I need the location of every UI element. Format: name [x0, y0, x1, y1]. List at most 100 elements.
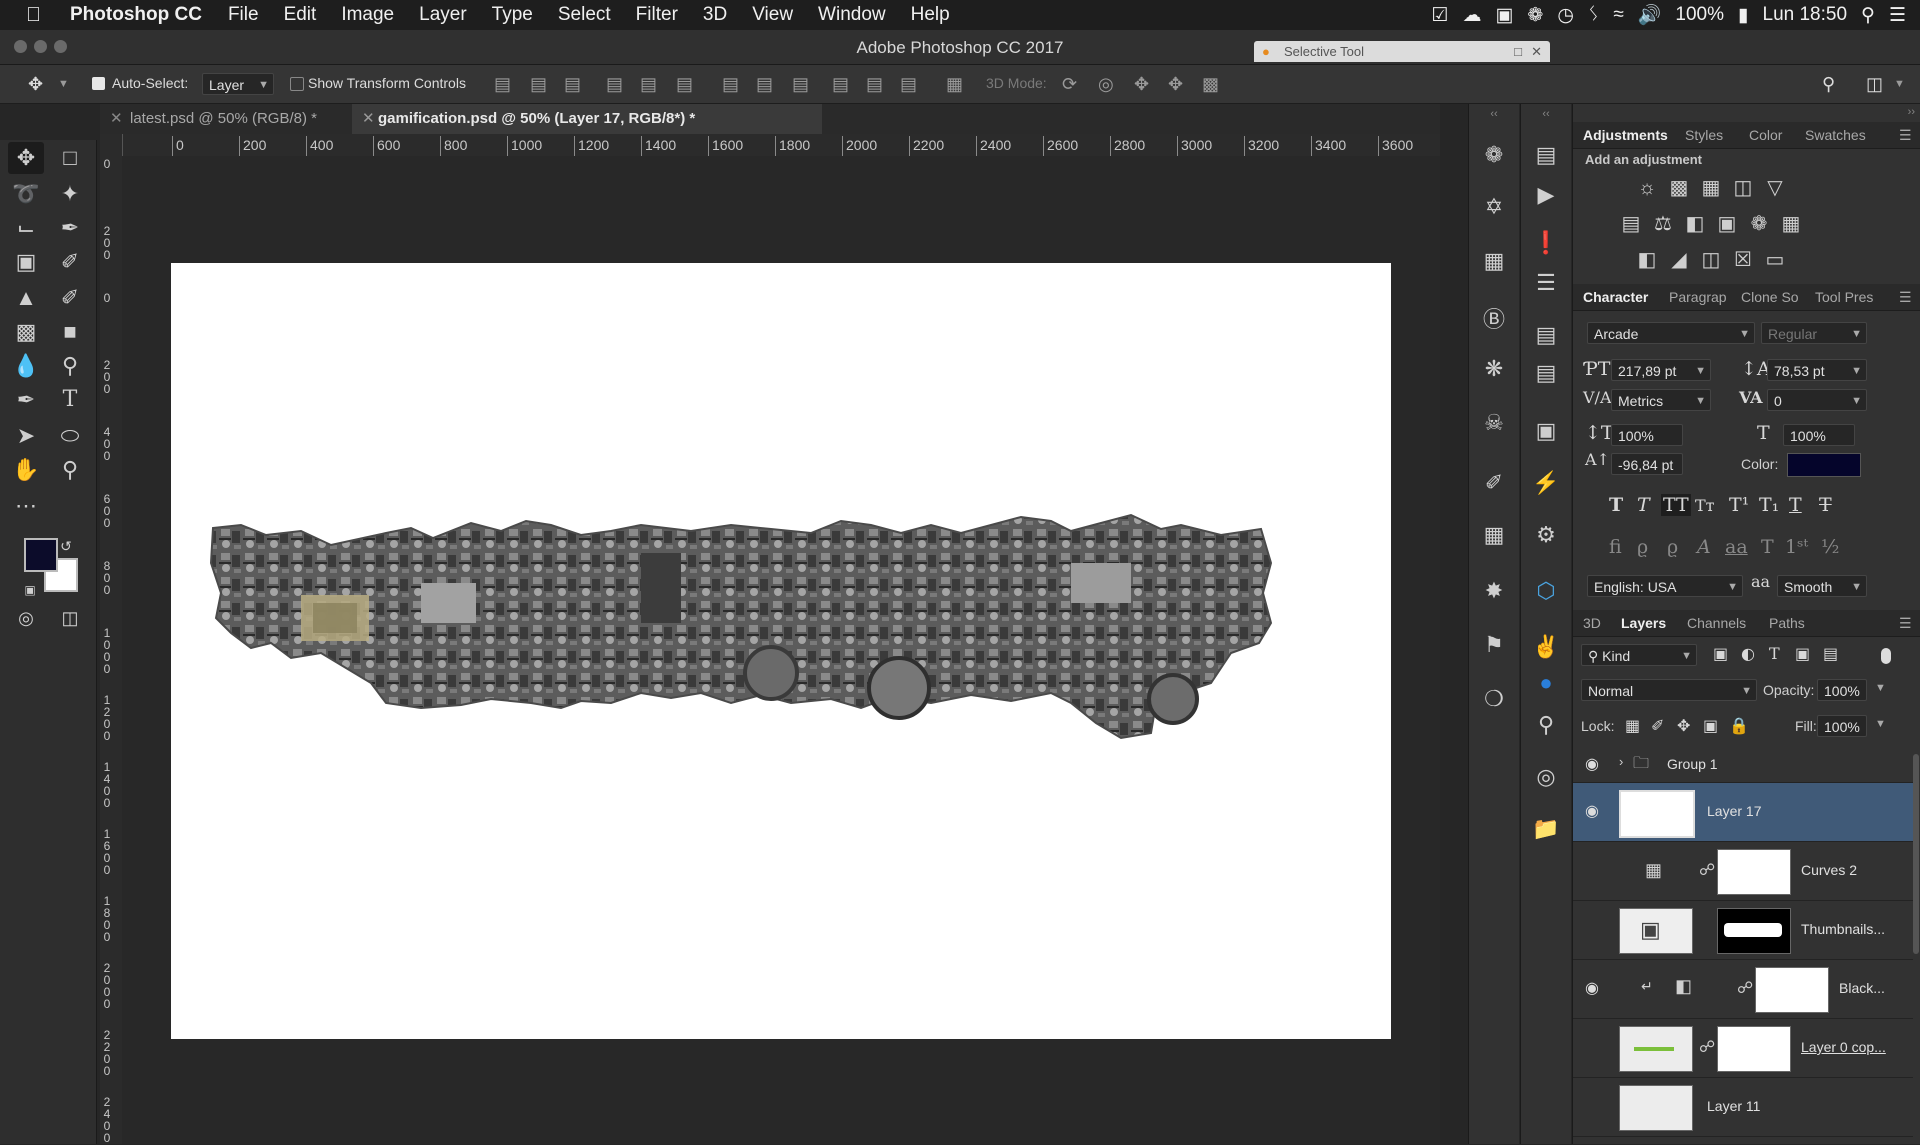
- filter-adjustment-icon[interactable]: ◐: [1741, 644, 1755, 663]
- menu-layer[interactable]: Layer: [419, 4, 467, 26]
- superscript-icon[interactable]: T¹: [1729, 494, 1749, 516]
- link-icon[interactable]: ☍: [1699, 1037, 1715, 1057]
- expand-group-icon[interactable]: ›: [1619, 754, 1623, 769]
- align-vcenter-icon[interactable]: ▤: [530, 74, 547, 95]
- notification-center-icon[interactable]: ☰: [1889, 4, 1906, 27]
- language-dropdown[interactable]: English: USA ▼: [1587, 575, 1743, 597]
- tab-swatches[interactable]: Swatches: [1805, 127, 1866, 143]
- vibrance-icon[interactable]: ▽: [1763, 176, 1787, 200]
- tool-presets-icon[interactable]: ❗: [1521, 230, 1571, 256]
- kerning-dropdown[interactable]: Metrics ▼: [1611, 389, 1711, 411]
- dodge-tool-icon[interactable]: ⚲: [52, 350, 88, 382]
- leading-field[interactable]: 78,53 pt ▼: [1767, 359, 1867, 381]
- distribute-left-icon[interactable]: ▤: [832, 74, 849, 95]
- info-panel-icon[interactable]: ▤: [1521, 322, 1571, 348]
- layer-row-thumbnails[interactable]: ▣ Thumbnails...: [1573, 901, 1913, 960]
- 3d-panel-icon[interactable]: ▣: [1521, 418, 1571, 444]
- swirl-plugin-icon[interactable]: ❋: [1469, 356, 1519, 382]
- menu-select[interactable]: Select: [558, 4, 611, 26]
- levels-icon[interactable]: ▩: [1667, 176, 1691, 200]
- zoom-tool-icon[interactable]: ⚲: [52, 454, 88, 486]
- checklist-icon[interactable]: ☑: [1431, 4, 1448, 27]
- distribute-hcenter-icon[interactable]: ▤: [866, 74, 883, 95]
- notes-icon[interactable]: ▤: [1521, 360, 1571, 386]
- threshold-icon[interactable]: ◫: [1699, 248, 1723, 272]
- layer-row-layer-11[interactable]: Layer 11: [1573, 1078, 1913, 1137]
- tab-layers[interactable]: Layers: [1621, 615, 1666, 631]
- clock[interactable]: Lun 18:50: [1763, 4, 1848, 26]
- chevron-down-icon[interactable]: ▼: [1875, 682, 1886, 694]
- panel-menu-icon[interactable]: ☰: [1899, 615, 1912, 632]
- marquee-tool-icon[interactable]: □: [52, 142, 88, 174]
- layer-row-curves-2[interactable]: ▦ ☍ Curves 2: [1573, 842, 1913, 901]
- tab-paragraph[interactable]: Paragrap: [1669, 289, 1727, 305]
- panel-menu-icon[interactable]: ☰: [1899, 127, 1912, 144]
- hand-tool-icon[interactable]: ✋: [8, 454, 44, 486]
- baseline-shift-field[interactable]: -96,84 pt: [1611, 453, 1683, 475]
- visibility-eye-icon[interactable]: ◉: [1585, 754, 1599, 774]
- menu-filter[interactable]: Filter: [636, 4, 678, 26]
- auto-align-icon[interactable]: ▦: [946, 74, 963, 95]
- opacity-field[interactable]: 100%: [1817, 679, 1867, 701]
- move-tool-icon[interactable]: ✥: [28, 74, 43, 95]
- align-right-icon[interactable]: ▤: [676, 74, 693, 95]
- auto-select-dropdown[interactable]: Layer ▼: [202, 73, 274, 95]
- lock-position-icon[interactable]: ✥: [1677, 716, 1690, 735]
- all-caps-icon[interactable]: TT: [1661, 494, 1691, 516]
- magic-wand-icon[interactable]: ✦: [52, 178, 88, 210]
- filter-pixel-icon[interactable]: ▣: [1713, 644, 1728, 663]
- app-menu[interactable]: Photoshop CC: [70, 4, 202, 26]
- 3d-roll-icon[interactable]: ◎: [1098, 74, 1114, 95]
- small-caps-icon[interactable]: Tᴛ: [1695, 496, 1715, 515]
- collapse-dock-icon[interactable]: ‹‹: [1521, 108, 1571, 120]
- curves-icon[interactable]: ▦: [1699, 176, 1723, 200]
- align-left-icon[interactable]: ▤: [606, 74, 623, 95]
- clone-stamp-icon[interactable]: ▲: [8, 282, 44, 314]
- screen-mode-icon[interactable]: ◫: [52, 602, 88, 634]
- folder-settings-icon[interactable]: 📁: [1521, 816, 1571, 842]
- grid-plugin-icon[interactable]: ▦: [1469, 248, 1519, 274]
- menu-type[interactable]: Type: [492, 4, 533, 26]
- visibility-eye-icon[interactable]: ◉: [1585, 801, 1599, 821]
- tab-tool-presets[interactable]: Tool Pres: [1815, 289, 1873, 305]
- actions-play-icon[interactable]: ▶: [1521, 182, 1571, 208]
- s-plugin-icon[interactable]: Ⓑ: [1469, 302, 1519, 334]
- document-canvas[interactable]: [171, 263, 1391, 1039]
- tracking-dropdown[interactable]: 0 ▼: [1767, 389, 1867, 411]
- star-of-david-icon[interactable]: ✡: [1469, 194, 1519, 220]
- underline-icon[interactable]: T: [1789, 494, 1802, 516]
- chevron-down-icon[interactable]: ▼: [1894, 78, 1905, 90]
- subscript-icon[interactable]: T₁: [1759, 494, 1779, 516]
- link-layers-icon[interactable]: ⚲: [1521, 712, 1571, 738]
- layer-filter-dropdown[interactable]: ⚲ Kind ▼: [1581, 644, 1697, 666]
- ornaments-icon[interactable]: T: [1761, 536, 1774, 558]
- close-tab-icon[interactable]: ✕: [362, 104, 375, 134]
- hue-saturation-icon[interactable]: ▤: [1619, 212, 1643, 236]
- sunburst-icon[interactable]: ✸: [1469, 578, 1519, 604]
- menu-help[interactable]: Help: [911, 4, 950, 26]
- tab-clone-source[interactable]: Clone So: [1741, 289, 1799, 305]
- distribute-vcenter-icon[interactable]: ▤: [756, 74, 773, 95]
- gradient-map-icon[interactable]: ▭: [1763, 248, 1787, 272]
- move-tool-icon[interactable]: ✥: [8, 142, 44, 174]
- filter-toggle-icon[interactable]: [1881, 648, 1891, 664]
- menu-file[interactable]: File: [228, 4, 259, 26]
- tab-channels[interactable]: Channels: [1687, 615, 1746, 631]
- strikethrough-icon[interactable]: T: [1819, 494, 1832, 516]
- creative-cloud-icon[interactable]: ❁: [1469, 142, 1519, 168]
- gradient-tool-icon[interactable]: ■: [52, 316, 88, 348]
- menu-view[interactable]: View: [752, 4, 793, 26]
- blend-mode-dropdown[interactable]: Normal ▼: [1581, 679, 1757, 701]
- chevron-down-icon[interactable]: ▼: [1875, 718, 1886, 730]
- fill-field[interactable]: 100%: [1817, 715, 1867, 737]
- fractions-icon[interactable]: ½: [1821, 536, 1839, 558]
- visibility-eye-icon[interactable]: ◉: [1585, 978, 1599, 998]
- volume-icon[interactable]: 🔊: [1638, 3, 1662, 27]
- old-style-icon[interactable]: ϱ: [1637, 536, 1648, 558]
- layers-scrollbar[interactable]: [1913, 754, 1919, 954]
- lock-all-icon[interactable]: 🔒: [1729, 716, 1749, 735]
- brightness-icon[interactable]: ☼: [1635, 176, 1659, 200]
- menu-window[interactable]: Window: [818, 4, 886, 26]
- color-balance-icon[interactable]: ⚖: [1651, 212, 1675, 236]
- distribute-top-icon[interactable]: ▤: [722, 74, 739, 95]
